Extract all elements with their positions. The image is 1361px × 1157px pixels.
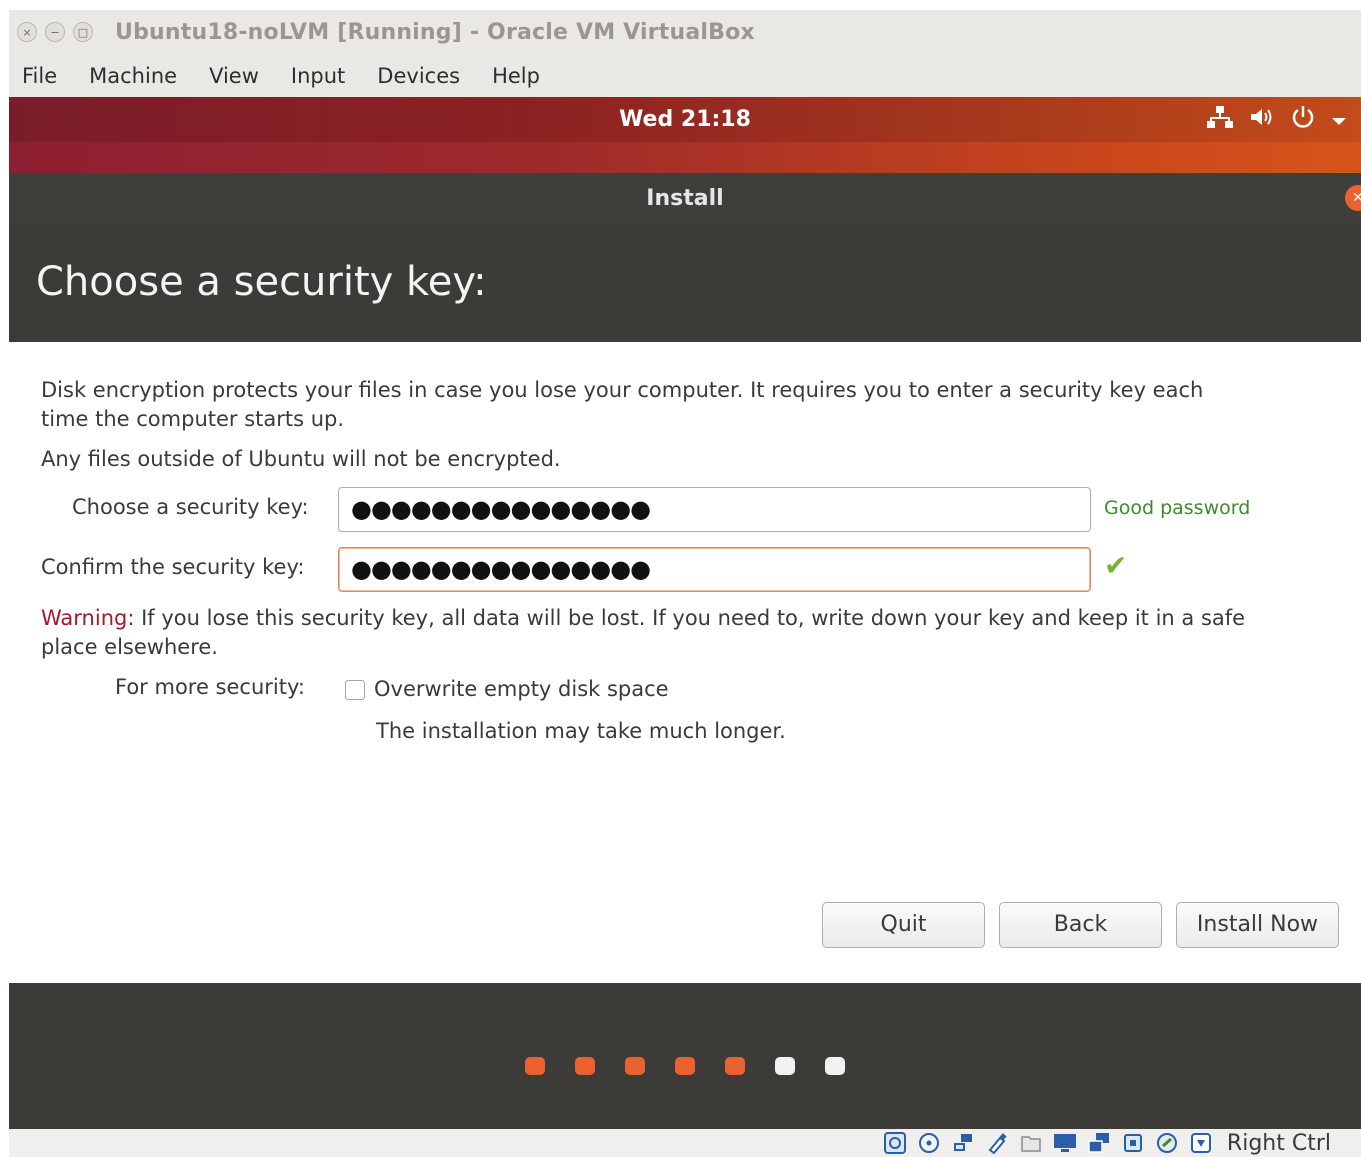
power-icon — [1291, 105, 1315, 135]
host-key-label: Right Ctrl — [1226, 1131, 1331, 1156]
clock[interactable]: Wed 21:18 — [9, 97, 1361, 142]
volume-icon — [1249, 106, 1275, 134]
warning-line-1: Warning: If you lose this security key, … — [41, 604, 1245, 633]
window-title: Ubuntu18-noLVM [Running] - Oracle VM Vir… — [115, 19, 755, 45]
install-now-button[interactable]: Install Now — [1176, 902, 1339, 948]
menu-machine[interactable]: Machine — [89, 64, 177, 88]
password-strength-label: Good password — [1104, 497, 1251, 519]
description-line-1: Disk encryption protects your files in c… — [41, 378, 1204, 402]
installer-window: Install ✕ Choose a security key: Disk en… — [9, 173, 1361, 1129]
warning-text: If you lose this security key, all data … — [134, 606, 1246, 630]
usb-icon[interactable] — [985, 1132, 1010, 1156]
host-statusbar: Right Ctrl — [9, 1129, 1361, 1157]
network-status-icon[interactable] — [951, 1132, 976, 1156]
cpu-icon[interactable] — [1121, 1132, 1146, 1156]
keyboard-icon[interactable] — [1189, 1132, 1214, 1156]
installer-footer — [9, 983, 1361, 1129]
back-button[interactable]: Back — [999, 902, 1162, 948]
overwrite-checkbox[interactable] — [345, 680, 365, 700]
minimize-window-button[interactable]: − — [45, 22, 65, 42]
menu-help[interactable]: Help — [492, 64, 540, 88]
installer-titlebar: Install ✕ — [9, 173, 1361, 225]
menu-input[interactable]: Input — [291, 64, 345, 88]
checkmark-icon: ✔ — [1104, 549, 1128, 582]
overwrite-option[interactable]: Overwrite empty disk space — [345, 675, 669, 704]
desktop-wallpaper — [9, 142, 1361, 173]
progress-step-dot — [625, 1057, 645, 1075]
more-security-label: For more security: — [115, 675, 305, 699]
installer-title: Install — [646, 186, 724, 211]
maximize-window-button[interactable]: □ — [73, 22, 93, 42]
progress-step-dot — [575, 1057, 595, 1075]
page-title: Choose a security key: — [36, 259, 487, 305]
optical-drive-icon[interactable] — [917, 1132, 942, 1156]
progress-step-dot — [725, 1057, 745, 1075]
progress-step-dot — [825, 1057, 845, 1075]
warning-label: Warning: — [41, 606, 135, 630]
menu-file[interactable]: File — [22, 64, 57, 88]
guest-top-bar: Wed 21:18 — [9, 97, 1361, 142]
installer-header: Choose a security key: — [9, 225, 1361, 342]
progress-step-dot — [775, 1057, 795, 1075]
security-key-input[interactable]: ●●●●●●●●●●●●●●● — [338, 487, 1091, 532]
confirm-key-label: Confirm the security key: — [41, 555, 305, 579]
network-icon — [1207, 105, 1233, 135]
status-icons: Right Ctrl — [883, 1131, 1331, 1156]
installer-content: Disk encryption protects your files in c… — [9, 342, 1361, 983]
host-titlebar: × − □ Ubuntu18-noLVM [Running] - Oracle … — [9, 10, 1361, 54]
progress-step-dot — [525, 1057, 545, 1075]
video-capture-icon[interactable] — [1087, 1132, 1112, 1156]
overwrite-note: The installation may take much longer. — [376, 719, 786, 743]
description-line-2: Any files outside of Ubuntu will not be … — [41, 447, 561, 471]
confirm-key-input[interactable]: ●●●●●●●●●●●●●●● — [338, 547, 1091, 592]
mouse-integration-icon[interactable] — [1155, 1132, 1180, 1156]
quit-button[interactable]: Quit — [822, 902, 985, 948]
security-key-label: Choose a security key: — [72, 495, 309, 519]
progress-dots — [9, 1057, 1361, 1075]
system-tray[interactable] — [1207, 97, 1347, 142]
warning-line-2: place elsewhere. — [41, 635, 218, 659]
menu-view[interactable]: View — [209, 64, 259, 88]
overwrite-label[interactable]: Overwrite empty disk space — [374, 677, 669, 701]
description-line-1b: time the computer starts up. — [41, 407, 345, 431]
hard-disk-icon[interactable] — [883, 1131, 908, 1156]
close-window-button[interactable]: × — [17, 22, 37, 42]
host-menubar: File Machine View Input Devices Help — [9, 54, 1361, 97]
display-icon[interactable] — [1053, 1132, 1078, 1156]
chevron-down-icon — [1331, 107, 1347, 132]
menu-devices[interactable]: Devices — [377, 64, 460, 88]
progress-step-dot — [675, 1057, 695, 1075]
shared-folder-icon[interactable] — [1019, 1132, 1044, 1156]
